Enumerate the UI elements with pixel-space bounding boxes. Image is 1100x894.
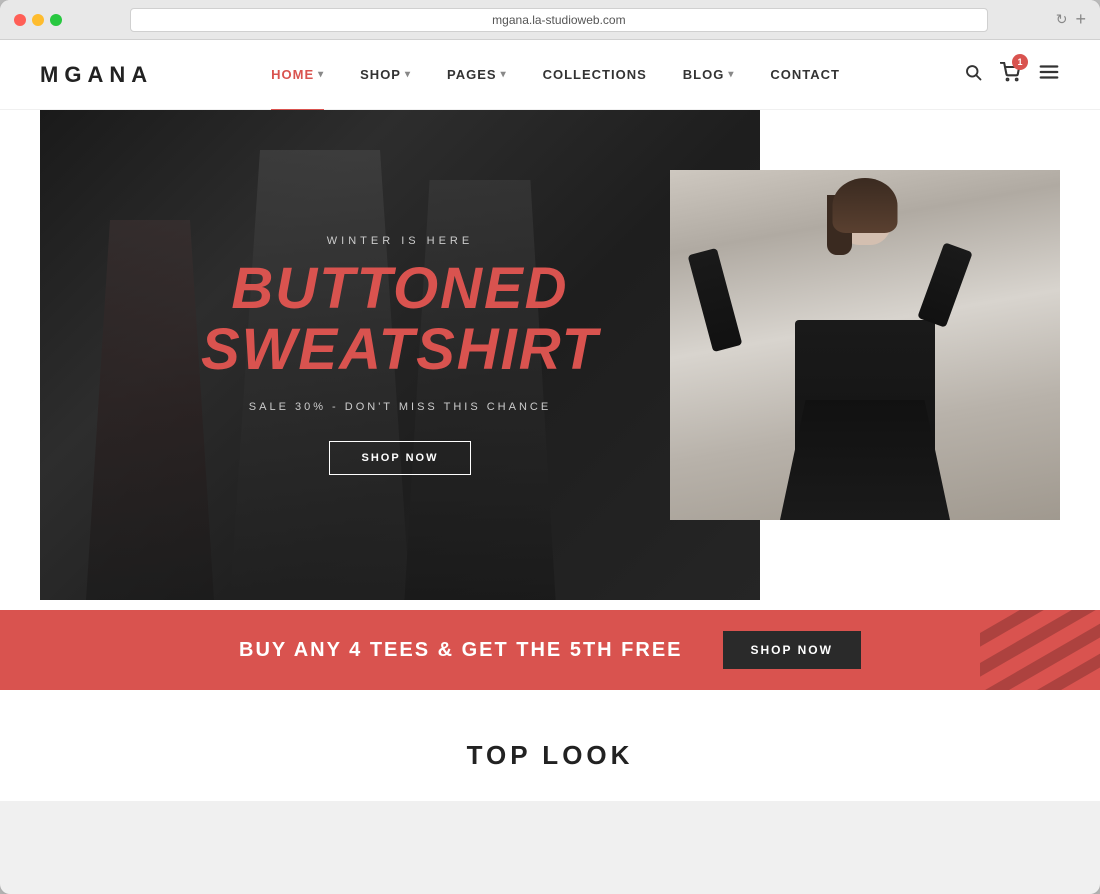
hero-text-block: WINTER IS HERE BUTTONED SWEATSHIRT SALE … — [40, 110, 760, 600]
site-logo[interactable]: MGANA — [40, 62, 153, 88]
chevron-down-icon: ▾ — [728, 69, 734, 80]
new-tab-icon[interactable]: + — [1075, 9, 1086, 30]
nav-item-blog[interactable]: BLOG ▾ — [665, 40, 753, 110]
nav-item-shop[interactable]: SHOP ▾ — [342, 40, 429, 110]
promo-shop-now-button[interactable]: SHOP NOW — [723, 631, 861, 669]
chevron-down-icon: ▾ — [501, 69, 507, 80]
site-nav: HOME ▾ SHOP ▾ PAGES ▾ COLLECTIONS BLOG ▾ — [253, 40, 964, 110]
site-content: MGANA HOME ▾ SHOP ▾ PAGES ▾ COLLECTIONS — [0, 40, 1100, 801]
cart-badge: 1 — [1012, 54, 1028, 70]
model-background — [670, 170, 1060, 520]
url-text: mgana.la-studioweb.com — [492, 13, 625, 27]
menu-icon[interactable] — [1038, 61, 1060, 88]
dot-maximize[interactable] — [50, 14, 62, 26]
nav-item-contact[interactable]: CONTACT — [752, 40, 858, 110]
search-icon[interactable] — [964, 63, 982, 86]
hero-main-image: WINTER IS HERE BUTTONED SWEATSHIRT SALE … — [40, 110, 760, 600]
chevron-down-icon: ▾ — [318, 69, 324, 80]
cart-icon[interactable]: 1 — [1000, 62, 1020, 87]
top-look-section: TOP LOOK — [0, 690, 1100, 801]
section-title-top-look: TOP LOOK — [0, 740, 1100, 771]
nav-item-pages[interactable]: PAGES ▾ — [429, 40, 525, 110]
refresh-icon[interactable]: ↻ — [1056, 11, 1068, 28]
promo-stripes-decoration — [980, 610, 1100, 690]
nav-item-collections[interactable]: COLLECTIONS — [525, 40, 665, 110]
hero-shop-now-button[interactable]: SHOP NOW — [329, 441, 472, 475]
browser-titlebar: mgana.la-studioweb.com ↻ + — [0, 0, 1100, 40]
dot-minimize[interactable] — [32, 14, 44, 26]
hero-section: WINTER IS HERE BUTTONED SWEATSHIRT SALE … — [0, 110, 1100, 600]
browser-window: mgana.la-studioweb.com ↻ + MGANA HOME ▾ … — [0, 0, 1100, 894]
chevron-down-icon: ▾ — [405, 69, 411, 80]
model-skirt — [780, 400, 950, 520]
hero-secondary-image — [670, 170, 1060, 520]
promo-banner: BUY ANY 4 TEES & GET THE 5TH FREE SHOP N… — [0, 610, 1100, 690]
nav-right-icons: 1 — [964, 61, 1060, 88]
promo-text: BUY ANY 4 TEES & GET THE 5TH FREE — [239, 639, 682, 662]
browser-dots — [14, 14, 62, 26]
hero-subtitle: WINTER IS HERE — [327, 235, 473, 247]
hero-sale-text: SALE 30% - DON'T MISS THIS CHANCE — [249, 401, 551, 413]
dot-close[interactable] — [14, 14, 26, 26]
site-header: MGANA HOME ▾ SHOP ▾ PAGES ▾ COLLECTIONS — [0, 40, 1100, 110]
nav-item-home[interactable]: HOME ▾ — [253, 40, 342, 110]
address-bar[interactable]: mgana.la-studioweb.com — [130, 8, 988, 32]
hero-title: BUTTONED SWEATSHIRT — [201, 259, 599, 381]
